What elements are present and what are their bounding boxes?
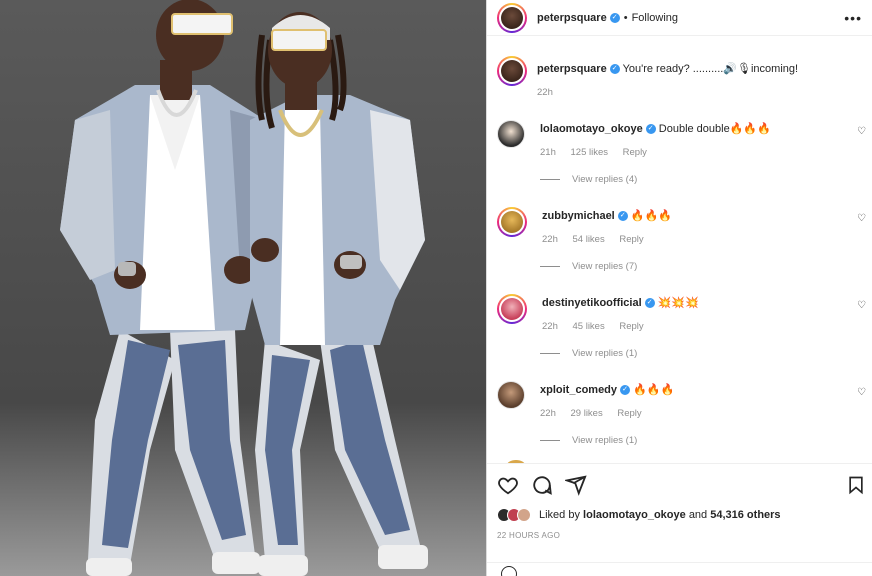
view-replies-button[interactable]: View replies (4) [540, 174, 862, 185]
reply-button[interactable]: Reply [623, 147, 647, 158]
post-image-illustration [0, 0, 486, 576]
more-options-icon[interactable]: ••• [844, 10, 862, 26]
commenter-username[interactable]: xploit_comedy [540, 384, 617, 396]
comment-time: 22h [540, 408, 556, 419]
comment-like-heart-icon[interactable]: ♡ [857, 387, 866, 398]
comment-item: xploit_comedy ✓ 🔥🔥🔥 22h 29 likes Reply ♡ [497, 381, 866, 419]
post-header: peterpsquare ✓ • Following ••• [487, 0, 872, 36]
likes-user[interactable]: lolaomotayo_okoye [583, 509, 686, 521]
liker-avatars [497, 508, 531, 522]
view-replies-button[interactable]: View replies (1) [540, 435, 862, 446]
verified-badge-icon: ✓ [609, 12, 620, 23]
caption-username[interactable]: peterpsquare [537, 63, 607, 75]
post-photo[interactable] [0, 0, 486, 576]
post-caption: peterpsquare ✓ You're ready? ..........🔊🎙… [497, 42, 862, 98]
replies-divider-line [540, 440, 560, 441]
likes-text[interactable]: Liked by lolaomotayo_okoye and 54,316 ot… [539, 509, 781, 521]
reply-button[interactable]: Reply [617, 408, 641, 419]
replies-divider-line [540, 266, 560, 267]
action-icons-row [497, 464, 863, 506]
commenter-username[interactable]: zubbymichael [542, 210, 615, 222]
comments-list[interactable]: peterpsquare ✓ You're ready? ..........🔊🎙… [487, 42, 872, 463]
caption-time: 22h [537, 87, 553, 98]
comment-text: 💥💥💥 [657, 297, 699, 309]
replies-divider-line [540, 353, 560, 354]
post-actions-area: Liked by lolaomotayo_okoye and 54,316 ot… [487, 463, 872, 576]
comment-text: 🔥🔥🔥 [633, 384, 675, 396]
view-replies-button[interactable]: View replies (7) [540, 261, 862, 272]
comment-icon[interactable] [531, 474, 553, 496]
following-button[interactable]: Following [632, 12, 678, 24]
comment-text: Double double🔥🔥🔥 [658, 123, 771, 135]
comment-time: 22h [542, 234, 558, 245]
verified-badge-icon: ✓ [620, 385, 631, 396]
comment-item: zubbymichael ✓ 🔥🔥🔥 22h 54 likes Reply ♡ [497, 207, 866, 245]
comment-text: 🔥🔥🔥 [630, 210, 672, 222]
author-avatar[interactable] [497, 2, 527, 33]
likes-prefix: Liked by [539, 509, 580, 521]
reply-button[interactable]: Reply [619, 234, 643, 245]
commenter-avatar[interactable] [497, 381, 525, 409]
commenter-avatar[interactable] [497, 294, 527, 324]
comment-time: 21h [540, 147, 556, 158]
likes-summary[interactable]: Liked by lolaomotayo_okoye and 54,316 ot… [497, 508, 862, 522]
likes-middle: and [688, 509, 708, 521]
likes-others[interactable]: 54,316 others [710, 509, 780, 521]
comment-likes[interactable]: 29 likes [571, 408, 603, 419]
separator-dot: • [623, 11, 628, 24]
liker-avatar [517, 508, 531, 522]
emoji-icon[interactable] [501, 566, 517, 576]
comment-likes[interactable]: 125 likes [571, 147, 609, 158]
commenter-username[interactable]: lolaomotayo_okoye [540, 123, 643, 135]
post-side-panel: peterpsquare ✓ • Following ••• peterpsqu… [486, 0, 872, 576]
view-replies-label[interactable]: View replies (1) [572, 435, 637, 446]
commenter-username[interactable]: destinyetikoofficial [542, 297, 642, 309]
send-icon[interactable] [565, 474, 587, 496]
comment-like-heart-icon[interactable]: ♡ [857, 126, 866, 137]
comment-likes[interactable]: 45 likes [573, 321, 605, 332]
reply-button[interactable]: Reply [619, 321, 643, 332]
commenter-avatar[interactable] [497, 120, 525, 148]
add-comment-bar[interactable] [487, 562, 872, 576]
post-timestamp: 22 HOURS AGO [497, 531, 561, 540]
caption-author-avatar[interactable] [497, 56, 527, 86]
view-replies-label[interactable]: View replies (1) [572, 348, 637, 359]
view-replies-label[interactable]: View replies (7) [572, 261, 637, 272]
view-replies-button[interactable]: View replies (1) [540, 348, 862, 359]
instagram-post-view: peterpsquare ✓ • Following ••• peterpsqu… [0, 0, 872, 576]
verified-badge-icon: ✓ [645, 124, 656, 135]
view-replies-label[interactable]: View replies (4) [572, 174, 637, 185]
verified-badge-icon: ✓ [617, 211, 628, 222]
comment-item: lolaomotayo_okoye ✓ Double double🔥🔥🔥 21h … [497, 120, 866, 158]
comment-time: 22h [542, 321, 558, 332]
author-username[interactable]: peterpsquare [537, 12, 607, 24]
comment-like-heart-icon[interactable]: ♡ [857, 213, 866, 224]
comment-likes[interactable]: 54 likes [573, 234, 605, 245]
bookmark-icon[interactable] [846, 474, 866, 496]
comment-item: destinyetikoofficial ✓ 💥💥💥 22h 45 likes R… [497, 294, 866, 332]
replies-divider-line [540, 179, 560, 180]
caption-text: You're ready? ..........🔊🎙incoming! [622, 63, 799, 75]
commenter-avatar[interactable] [497, 207, 527, 237]
verified-badge-icon: ✓ [644, 298, 655, 309]
verified-badge-icon: ✓ [609, 64, 620, 75]
heart-icon[interactable] [497, 474, 519, 496]
comment-like-heart-icon[interactable]: ♡ [857, 300, 866, 311]
